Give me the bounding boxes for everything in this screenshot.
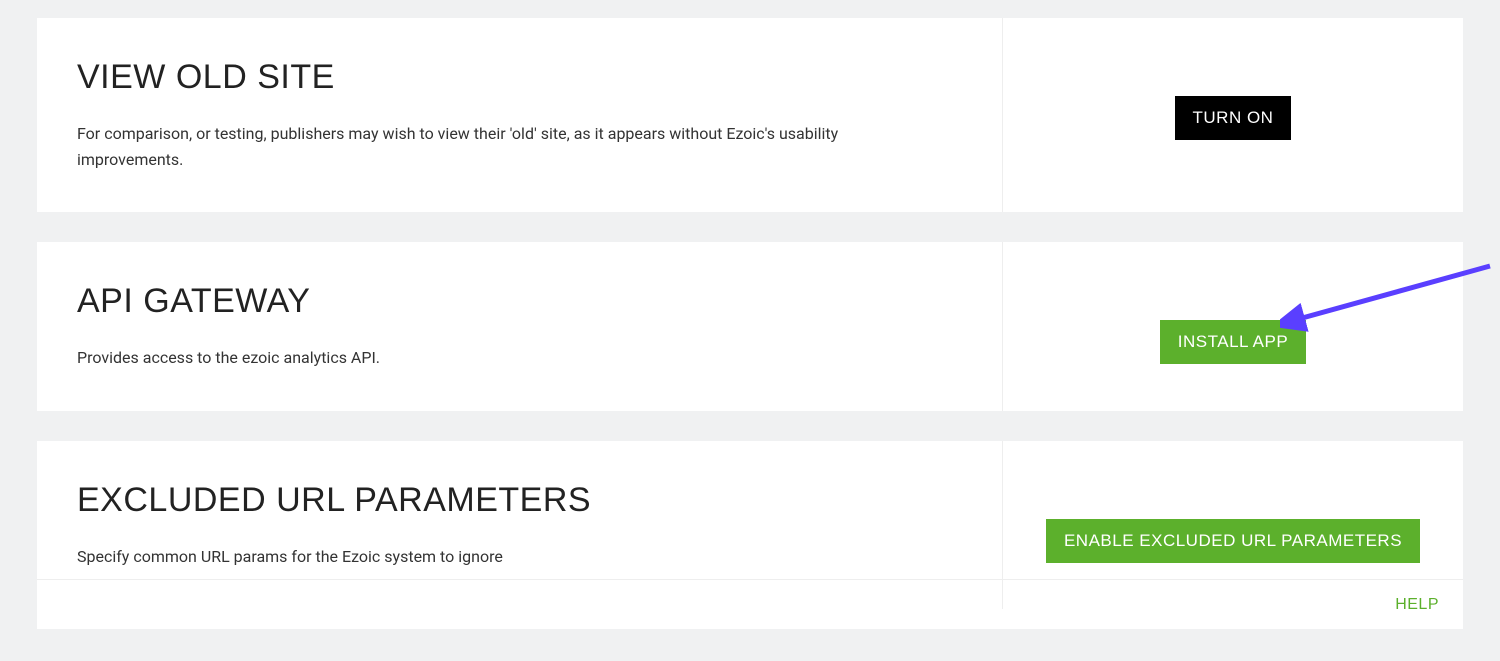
help-link[interactable]: HELP	[1395, 596, 1439, 614]
card-action: TURN ON	[1003, 18, 1463, 212]
card-description: Specify common URL params for the Ezoic …	[77, 544, 877, 570]
card-action: INSTALL APP	[1003, 242, 1463, 411]
card-content: API GATEWAY Provides access to the ezoic…	[37, 242, 1003, 411]
card-title: EXCLUDED URL PARAMETERS	[77, 481, 962, 520]
card-excluded-url-parameters: EXCLUDED URL PARAMETERS Specify common U…	[37, 441, 1463, 610]
card-description: Provides access to the ezoic analytics A…	[77, 345, 877, 371]
card-api-gateway: API GATEWAY Provides access to the ezoic…	[37, 242, 1463, 411]
card-action: ENABLE EXCLUDED URL PARAMETERS	[1003, 441, 1463, 610]
card-description: For comparison, or testing, publishers m…	[77, 121, 877, 172]
card-title: VIEW OLD SITE	[77, 58, 962, 97]
card-content: VIEW OLD SITE For comparison, or testing…	[37, 18, 1003, 212]
card-title: API GATEWAY	[77, 282, 962, 321]
turn-on-button[interactable]: TURN ON	[1175, 96, 1292, 140]
enable-excluded-url-parameters-button[interactable]: ENABLE EXCLUDED URL PARAMETERS	[1046, 519, 1420, 563]
card-content: EXCLUDED URL PARAMETERS Specify common U…	[37, 441, 1003, 610]
card-view-old-site: VIEW OLD SITE For comparison, or testing…	[37, 18, 1463, 212]
install-app-button[interactable]: INSTALL APP	[1160, 320, 1306, 364]
